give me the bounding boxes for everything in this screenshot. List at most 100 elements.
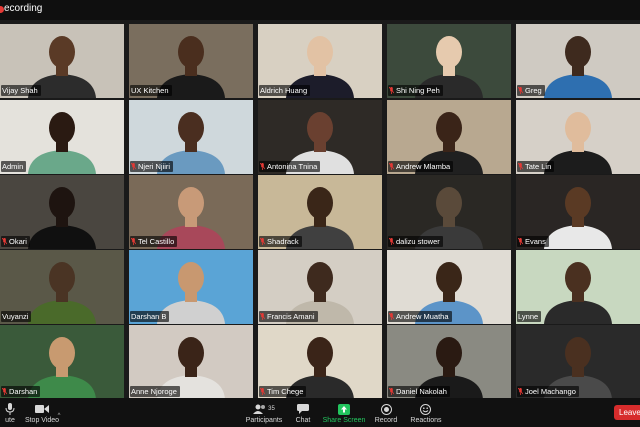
participant-tile[interactable]: Evans	[516, 175, 640, 249]
participants-button[interactable]: 35 Participants	[244, 398, 284, 427]
participant-tile[interactable]: Andrew Mlamba	[387, 100, 511, 174]
participant-tile[interactable]: Joel Machango	[516, 325, 640, 399]
participant-name: Tim Chege	[267, 387, 304, 396]
participant-tile[interactable]: Daniel Nakolah	[387, 325, 511, 399]
participant-name-tag: Lynne	[517, 311, 542, 322]
participant-tile[interactable]: Admin	[0, 100, 124, 174]
participant-tile[interactable]: Aldrich Huang	[258, 24, 382, 98]
participant-tile[interactable]: Vuyanzi	[0, 250, 124, 324]
participant-name: Anne Njoroge	[131, 387, 177, 396]
record-label: Record	[374, 417, 398, 424]
participants-count: 35	[268, 406, 275, 412]
participant-tile[interactable]: Lynne	[516, 250, 640, 324]
participant-tile[interactable]: Greg	[516, 24, 640, 98]
participant-name-tag: Daniel Nakolah	[388, 386, 450, 397]
participant-tile[interactable]: UX Kitchen	[129, 24, 253, 98]
participant-tile[interactable]: Darshan	[0, 325, 124, 399]
participant-tile[interactable]: Andrew Muatha	[387, 250, 511, 324]
participant-tile[interactable]: Okari	[0, 175, 124, 249]
participant-name: Lynne	[518, 312, 539, 321]
participant-name-tag: Tate Lin	[517, 161, 555, 172]
participant-name-tag: Tel Castillo	[130, 236, 178, 247]
recording-bar: ecording	[0, 0, 640, 20]
chat-button[interactable]: Chat	[292, 398, 314, 427]
participant-tile[interactable]: Shadrack	[258, 175, 382, 249]
participant-name: Darshan	[9, 387, 38, 396]
participant-name: Greg	[525, 86, 542, 95]
smiley-add-icon	[420, 402, 432, 416]
participant-name-tag: Shi Ning Peh	[388, 85, 443, 96]
participant-name-tag: Darshan B	[130, 311, 170, 322]
participant-name: Evans	[525, 237, 546, 246]
participant-tile[interactable]: Anne Njoroge	[129, 325, 253, 399]
participant-name-tag: Andrew Mlamba	[388, 161, 454, 172]
gallery-view: Vijay Shah UX Kitchen Aldrich Huang Shi Nin…	[0, 20, 640, 399]
mic-muted-icon	[260, 313, 265, 320]
participant-name: Andrew Muatha	[396, 312, 449, 321]
mic-muted-icon	[389, 313, 394, 320]
mic-muted-icon	[518, 238, 523, 245]
chat-bubble-icon	[297, 402, 309, 416]
participant-name-tag: Anne Njoroge	[130, 386, 180, 397]
participant-name: dalizu stower	[396, 237, 440, 246]
participant-name-tag: Joel Machango	[517, 386, 579, 397]
participant-name: Darshan B	[131, 312, 167, 321]
participant-tile[interactable]: Shi Ning Peh	[387, 24, 511, 98]
participant-name: UX Kitchen	[131, 86, 169, 95]
participant-tile[interactable]: Antonina Tnina	[258, 100, 382, 174]
share-screen-label: Share Screen	[322, 417, 366, 424]
participant-name: Aldrich Huang	[260, 86, 308, 95]
participant-name-tag: Greg	[517, 85, 545, 96]
video-options-caret[interactable]: ^	[55, 398, 63, 427]
participant-tile[interactable]: Francis Amani	[258, 250, 382, 324]
mic-muted-icon	[260, 163, 265, 170]
participant-name-tag: Okari	[1, 236, 30, 247]
participant-name: Shi Ning Peh	[396, 86, 440, 95]
participant-name-tag: Njeri Njiiri	[130, 161, 174, 172]
participant-tile[interactable]: Darshan B	[129, 250, 253, 324]
mute-label: ute	[5, 417, 15, 424]
mic-muted-icon	[389, 238, 394, 245]
participant-tile[interactable]: Tel Castillo	[129, 175, 253, 249]
share-screen-icon	[338, 402, 350, 416]
participant-name: Francis Amani	[267, 312, 315, 321]
participant-tile[interactable]: Tim Chege	[258, 325, 382, 399]
mic-muted-icon	[518, 163, 523, 170]
video-camera-icon	[35, 402, 49, 416]
participant-name-tag: Shadrack	[259, 236, 302, 247]
participants-icon: 35	[253, 402, 275, 416]
mic-muted-icon	[260, 238, 265, 245]
share-screen-button[interactable]: Share Screen	[322, 398, 366, 427]
stop-video-label: Stop Video	[24, 417, 60, 424]
participant-name-tag: Francis Amani	[259, 311, 318, 322]
participant-name-tag: Andrew Muatha	[388, 311, 452, 322]
participant-name-tag: Vijay Shah	[1, 85, 41, 96]
participant-name-tag: Antonina Tnina	[259, 161, 321, 172]
participant-tile[interactable]: dalizu stower	[387, 175, 511, 249]
mic-muted-icon	[131, 163, 136, 170]
participant-name: Vijay Shah	[2, 86, 38, 95]
record-button[interactable]: Record	[372, 398, 400, 427]
participant-tile[interactable]: Vijay Shah	[0, 24, 124, 98]
record-icon	[380, 402, 392, 416]
microphone-icon	[5, 402, 15, 416]
leave-button[interactable]: Leave	[614, 405, 640, 420]
participant-tile[interactable]: Tate Lin	[516, 100, 640, 174]
mic-muted-icon	[2, 388, 7, 395]
participant-tile[interactable]: Njeri Njiiri	[129, 100, 253, 174]
recording-label: ecording	[4, 3, 43, 14]
mic-muted-icon	[389, 163, 394, 170]
mic-muted-icon	[518, 87, 523, 94]
participant-name-tag: Vuyanzi	[1, 311, 32, 322]
participant-name-tag: Evans	[517, 236, 549, 247]
mute-button[interactable]: ute	[0, 398, 20, 427]
participant-name: Okari	[9, 237, 27, 246]
mic-muted-icon	[389, 388, 394, 395]
reactions-button[interactable]: Reactions	[408, 398, 444, 427]
participant-name-tag: Tim Chege	[259, 386, 307, 397]
caret-up-icon: ^	[57, 413, 61, 419]
mic-muted-icon	[518, 388, 523, 395]
participant-name-tag: Darshan	[1, 386, 41, 397]
participant-name: Vuyanzi	[2, 312, 29, 321]
participant-name: Tate Lin	[525, 162, 552, 171]
